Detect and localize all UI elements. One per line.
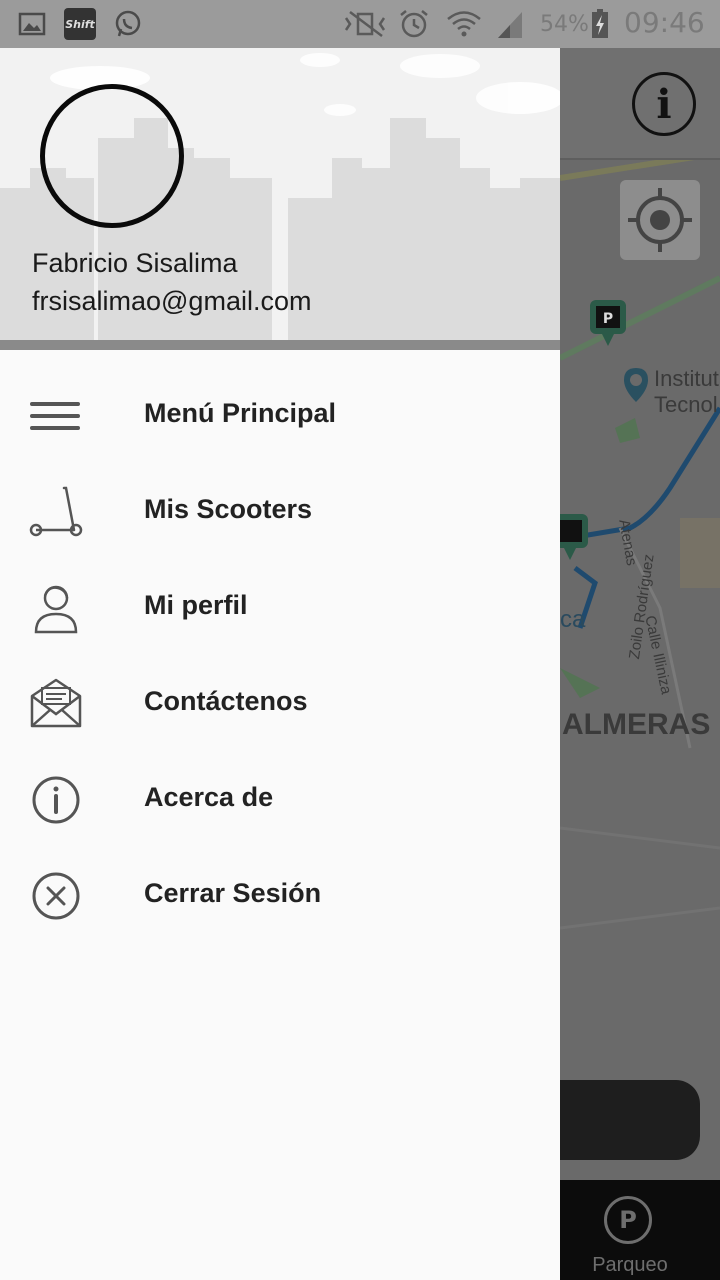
info-circle-icon [32,776,80,824]
map-label-palmeras: ALMERAS [562,708,711,741]
info-glyph: i [656,80,672,128]
institute-line1: Institut [654,366,719,391]
parking-marker-icon[interactable]: P [588,298,628,358]
user-profile-icon [34,585,78,634]
close-circle-icon [32,872,80,920]
gallery-icon [18,12,46,36]
menu-item-acerca-de[interactable]: Acerca de [0,752,560,848]
user-email: frsisalimao@gmail.com [32,286,312,316]
user-name: Fabricio Sisalima [32,248,238,278]
hamburger-menu-icon [30,402,80,430]
signal-icon [498,12,522,38]
map-view[interactable]: i P Institut Tecnol Atenas Zoilo Rodrígu… [560,48,720,1280]
map-top-bar: i [560,48,720,160]
map-label-institute: Institut Tecnol [654,366,719,418]
clock: 09:46 [624,6,705,39]
bottom-info-card[interactable] [560,1080,700,1160]
menu-item-cerrar-sesion[interactable]: Cerrar Sesión [0,848,560,944]
parking-icon[interactable]: P [604,1196,652,1244]
alarm-icon [400,10,428,38]
menu-item-menu-principal[interactable]: Menú Principal [0,368,560,464]
menu-item-label: Acerca de [144,782,274,812]
battery-charging-icon [592,9,608,38]
wifi-icon [447,11,481,37]
svg-text:P: P [603,311,613,327]
menu-item-label: Contáctenos [144,686,308,716]
parking-marker-icon-2[interactable] [560,512,590,572]
drawer-menu: Menú Principal Mis Scooters Mi perfil Co… [0,368,560,944]
menu-item-mi-perfil[interactable]: Mi perfil [0,560,560,656]
map-label-ca: ca [560,606,586,633]
info-button[interactable]: i [632,72,696,136]
institute-line2: Tecnol [654,392,718,417]
my-location-button[interactable] [620,180,700,260]
vibrate-mute-icon [344,11,386,37]
school-pin-icon [624,368,648,402]
envelope-icon [30,678,82,728]
shift-app-icon: Shift [64,8,96,40]
menu-item-label: Menú Principal [144,398,337,428]
menu-item-contactenos[interactable]: Contáctenos [0,656,560,752]
avatar[interactable] [40,84,184,228]
menu-item-mis-scooters[interactable]: Mis Scooters [0,464,560,560]
parking-glyph: P [619,1206,637,1234]
drawer-header: Fabricio Sisalima frsisalimao@gmail.com [0,48,560,350]
navigation-drawer: Fabricio Sisalima frsisalimao@gmail.com … [0,48,560,1280]
whatsapp-icon [115,10,141,37]
menu-item-label: Cerrar Sesión [144,878,322,908]
crosshair-icon [628,188,692,252]
menu-item-label: Mi perfil [144,590,248,620]
status-bar: Shift 54% 09:46 [0,0,720,48]
menu-item-label: Mis Scooters [144,494,313,524]
parking-tab-label[interactable]: Parqueo [580,1254,680,1277]
bottom-navigation: P Parqueo [560,1180,720,1280]
scooter-icon [29,486,83,537]
shift-badge-text: Shift [65,17,95,31]
battery-percent: 54% [540,12,589,37]
